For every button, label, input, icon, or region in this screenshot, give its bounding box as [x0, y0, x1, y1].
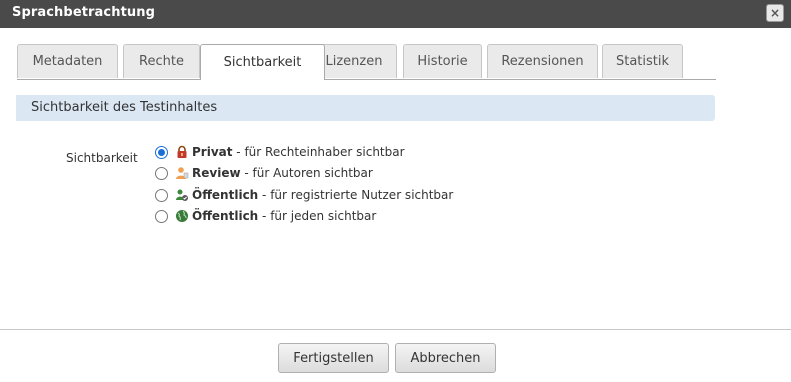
close-icon: ×: [769, 6, 781, 20]
tab-rezensionen[interactable]: Rezensionen: [487, 44, 598, 78]
lock-icon: [177, 145, 187, 158]
tab-rechte[interactable]: Rechte: [123, 44, 200, 78]
tab-statistik[interactable]: Statistik: [602, 44, 683, 78]
visibility-option-private[interactable]: Privat - für Rechteinhaber sichtbar: [155, 143, 405, 161]
visibility-option-review[interactable]: Review - für Autoren sichtbar: [155, 164, 373, 182]
option-description: - für Rechteinhaber sichtbar: [232, 145, 405, 159]
globe-icon: [176, 210, 188, 222]
dialog-title: Sprachbetrachtung: [12, 5, 156, 20]
footer-divider: [0, 329, 791, 330]
radio-registered[interactable]: [155, 188, 168, 202]
tab-bar: Metadaten Rechte Sichtbarkeit Lizenzen H…: [17, 44, 716, 80]
option-description: - für jeden sichtbar: [258, 209, 377, 223]
section-header: Sichtbarkeit des Testinhaltes: [16, 95, 715, 121]
option-description: - für Autoren sichtbar: [240, 166, 373, 180]
author-icon: [176, 167, 189, 179]
visibility-option-public[interactable]: Öffentlich - für jeden sichtbar: [155, 207, 376, 225]
option-title: Privat: [192, 145, 233, 159]
registered-users-icon: [176, 189, 188, 201]
cancel-button[interactable]: Abbrechen: [395, 343, 496, 373]
radio-private[interactable]: [155, 145, 168, 159]
tab-historie[interactable]: Historie: [403, 44, 482, 78]
tab-sichtbarkeit[interactable]: Sichtbarkeit: [200, 44, 325, 80]
tab-metadaten[interactable]: Metadaten: [17, 44, 118, 78]
option-title: Öffentlich: [192, 209, 259, 223]
visibility-option-registered[interactable]: Öffentlich - für registrierte Nutzer sic…: [155, 186, 453, 204]
dialog-titlebar: Sprachbetrachtung ×: [0, 0, 791, 28]
option-title: Öffentlich: [192, 188, 259, 202]
close-button[interactable]: ×: [766, 4, 784, 22]
option-description: - für registrierte Nutzer sichtbar: [258, 188, 454, 202]
radio-public[interactable]: [155, 209, 168, 223]
option-title: Review: [192, 166, 241, 180]
finish-button[interactable]: Fertigstellen: [278, 343, 389, 373]
visibility-label: Sichtbarkeit: [66, 151, 138, 165]
radio-review[interactable]: [155, 166, 168, 180]
